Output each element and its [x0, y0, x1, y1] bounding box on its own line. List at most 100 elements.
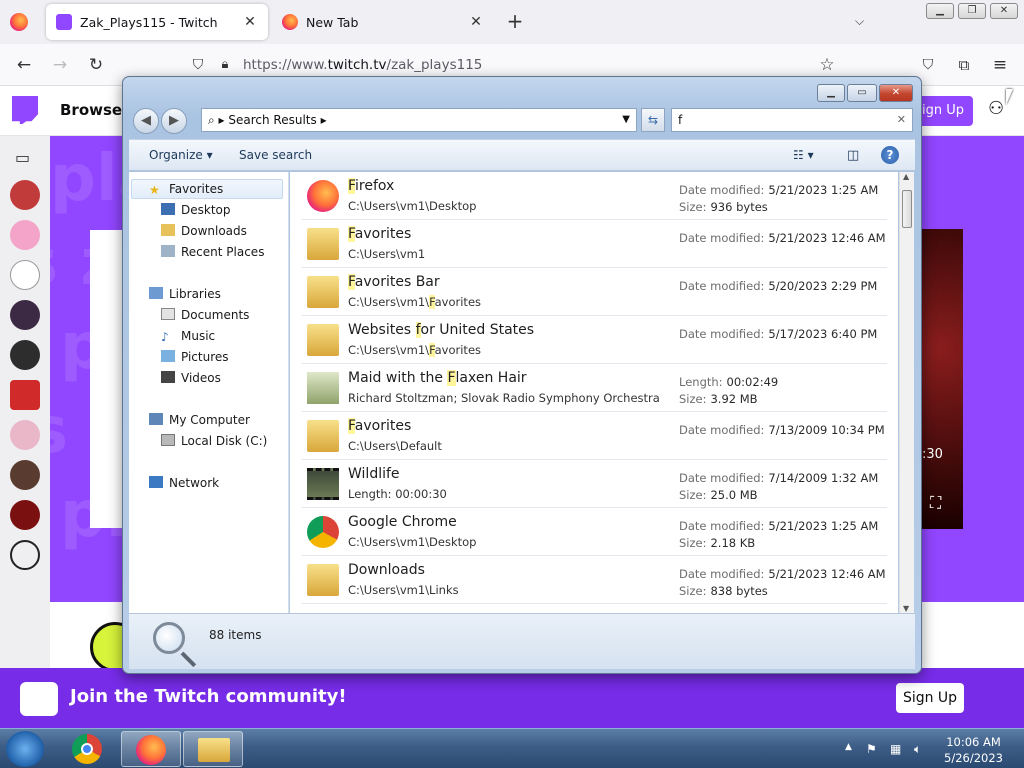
address-dropdown-icon[interactable]: ▼ — [622, 109, 630, 131]
channel-avatar[interactable] — [10, 420, 40, 450]
minimize-window-button[interactable]: ▁ — [817, 84, 845, 102]
result-meta-1: Length: 00:02:49 — [679, 375, 779, 389]
extensions-icon[interactable]: ⧉ — [952, 54, 976, 76]
channel-avatar[interactable] — [10, 500, 40, 530]
list-item[interactable]: Google Chrome C:\Users\vm1\Desktop Date mo… — [302, 508, 887, 556]
nav-network[interactable]: Network — [149, 476, 219, 490]
video-player[interactable] — [918, 229, 963, 529]
list-item[interactable]: Firefox C:\Users\vm1\Desktop Date modified… — [302, 172, 887, 220]
nav-downloads[interactable]: Downloads — [161, 224, 247, 238]
start-button[interactable] — [6, 731, 44, 767]
results-scrollbar[interactable]: ▲ ▼ — [899, 172, 914, 613]
bookmark-star-icon[interactable]: ☆ — [815, 54, 839, 76]
nav-favorites[interactable]: ★ Favorites — [149, 182, 223, 197]
reload-icon[interactable]: ↻ — [84, 54, 108, 76]
preview-pane-icon[interactable]: ◫ — [847, 148, 859, 163]
scrollbar-thumb[interactable] — [902, 190, 912, 228]
channel-avatar[interactable] — [10, 260, 40, 290]
channel-avatar[interactable] — [10, 180, 40, 210]
nav-pictures[interactable]: Pictures — [161, 350, 229, 364]
nav-libraries[interactable]: Libraries — [149, 287, 221, 301]
restore-browser-button[interactable]: ❐ — [958, 3, 986, 19]
close-browser-button[interactable]: ✕ — [990, 3, 1018, 19]
taskbar-explorer[interactable] — [183, 731, 243, 767]
nav-desktop[interactable]: Desktop — [161, 203, 231, 217]
back-arrow-icon[interactable]: ◀ — [133, 108, 159, 134]
result-meta-2: Size: 25.0 MB — [679, 488, 758, 502]
video-camera-icon[interactable]: ▭ — [15, 148, 30, 167]
nav-documents[interactable]: Documents — [161, 308, 249, 322]
help-icon[interactable]: ? — [881, 146, 899, 164]
scroll-up-icon[interactable]: ▲ — [903, 172, 909, 181]
nav-local-disk[interactable]: Local Disk (C:) — [161, 434, 267, 448]
twitch-favicon-icon — [56, 14, 72, 30]
channel-avatar[interactable] — [10, 460, 40, 490]
menu-hamburger-icon[interactable]: ≡ — [988, 54, 1012, 76]
channel-avatar[interactable] — [10, 380, 40, 410]
channel-avatar[interactable] — [10, 220, 40, 250]
lock-icon[interactable]: 🔒︎ — [213, 54, 237, 76]
browse-link[interactable]: Browse — [60, 101, 122, 119]
channel-avatar[interactable] — [10, 540, 40, 570]
list-item[interactable]: Downloads C:\Users\vm1\Links Date modified… — [302, 556, 887, 604]
list-item[interactable]: Wildlife Length: 00:00:30 Date modified: 7/… — [302, 460, 887, 508]
system-clock[interactable]: 10:06 AM 5/26/2023 — [944, 734, 1003, 766]
new-tab-plus-icon[interactable]: + — [505, 11, 525, 31]
star-icon: ★ — [149, 183, 160, 197]
list-item[interactable]: Favorites C:\Users\vm1 Date modified: 5/21/… — [302, 220, 887, 268]
user-icon[interactable]: ⚇ — [988, 98, 1004, 119]
network-tray-icon[interactable]: ▦ — [890, 742, 901, 756]
explorer-toolbar: Organize ▾ Save search ☷ ▾ ◫ ? — [129, 139, 915, 171]
close-window-button[interactable]: ✕ — [879, 84, 913, 102]
channel-avatar[interactable] — [10, 340, 40, 370]
address-bar[interactable]: ⌕ ▸ Search Results ▸ ▼ — [201, 108, 637, 132]
url-bar[interactable]: https://www.twitch.tv/zak_plays115 — [243, 57, 482, 73]
list-item[interactable]: Favorites Bar C:\Users\vm1\Favorites Date … — [302, 268, 887, 316]
clock-date: 5/26/2023 — [944, 751, 1003, 765]
clear-search-icon[interactable]: ✕ — [897, 109, 906, 131]
chrome-center — [81, 743, 93, 755]
organize-button[interactable]: Organize ▾ — [149, 148, 213, 162]
forward-arrow-icon[interactable]: ▶ — [161, 108, 187, 134]
result-meta-2 — [679, 296, 683, 310]
twitch-logo-icon[interactable] — [12, 96, 38, 124]
scroll-down-icon[interactable]: ▼ — [903, 604, 909, 613]
nav-my-computer[interactable]: My Computer — [149, 413, 250, 427]
forward-arrow-icon[interactable]: → — [48, 54, 72, 76]
nav-recent-places[interactable]: Recent Places — [161, 245, 264, 259]
refresh-icon[interactable]: ⇆ — [641, 108, 665, 132]
tab-twitch[interactable]: Zak_Plays115 - Twitch ✕ — [46, 4, 268, 40]
recent-places-icon — [161, 245, 175, 257]
result-meta-2: Size: 838 bytes — [679, 584, 768, 598]
result-name: Maid with the Flaxen Hair — [348, 370, 527, 386]
close-tab-icon[interactable]: ✕ — [468, 14, 484, 30]
result-name: Favorites Bar — [348, 274, 440, 290]
banner-signup-button[interactable]: Sign Up — [896, 683, 964, 713]
shield-icon[interactable]: ⛉ — [186, 54, 210, 76]
breadcrumb[interactable]: Search Results — [228, 113, 316, 127]
nav-videos[interactable]: Videos — [161, 371, 221, 385]
maximize-window-button[interactable]: ▭ — [847, 84, 877, 102]
show-hidden-icons[interactable]: ▲ — [845, 742, 852, 752]
fullscreen-icon[interactable]: ⛶ — [930, 493, 941, 513]
channel-avatar[interactable] — [10, 300, 40, 330]
result-meta-1: Date modified: 5/21/2023 12:46 AM — [679, 231, 886, 245]
back-arrow-icon[interactable]: ← — [12, 54, 36, 76]
tab-new-tab[interactable]: New Tab ✕ — [272, 4, 494, 40]
list-item[interactable]: Maid with the Flaxen Hair Richard Stoltzm… — [302, 364, 887, 412]
minimize-browser-button[interactable]: ▁ — [926, 3, 954, 19]
list-item[interactable]: Favorites C:\Users\Default Date modified: 7… — [302, 412, 887, 460]
taskbar-firefox[interactable] — [121, 731, 181, 767]
action-center-flag-icon[interactable]: ⚑ — [866, 742, 877, 756]
list-tabs-chevron-icon[interactable]: ⌵ — [855, 14, 864, 29]
save-search-button[interactable]: Save search — [239, 148, 312, 162]
search-input[interactable]: f ✕ — [671, 108, 913, 132]
volume-muted-icon[interactable]: 🔈︎ — [914, 742, 921, 757]
taskbar-chrome[interactable] — [58, 731, 118, 767]
change-view-icon[interactable]: ☷ ▾ — [793, 148, 814, 162]
list-item[interactable]: Websites for United States C:\Users\vm1\F… — [302, 316, 887, 364]
close-tab-icon[interactable]: ✕ — [242, 14, 258, 30]
nav-music[interactable]: ♪ Music — [161, 329, 215, 344]
firefox-view-icon[interactable] — [10, 13, 28, 31]
pocket-icon[interactable]: ⛉ — [916, 54, 940, 76]
